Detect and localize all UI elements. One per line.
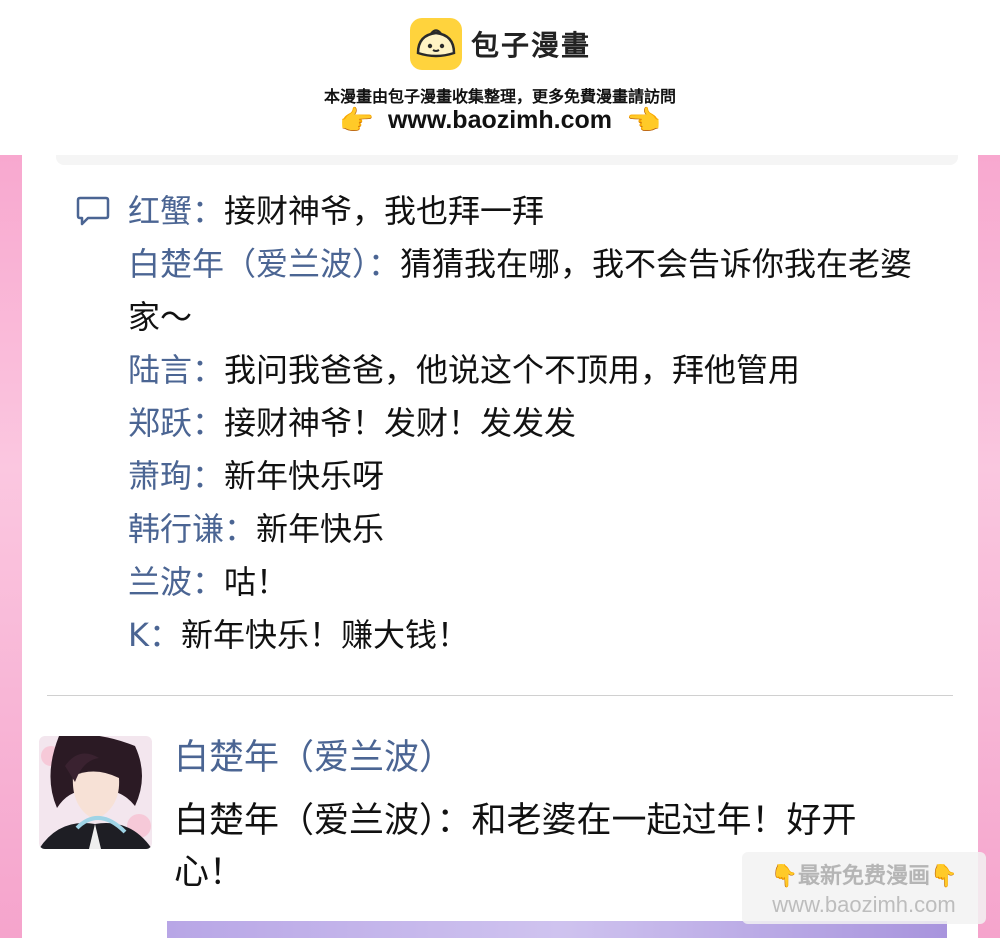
comment-author[interactable]: 萧珣： [128,457,224,495]
comment-text: 接财神爷！发财！发发发 [224,404,577,442]
banner: 包子漫畫 本漫畫由包子漫畫收集整理，更多免費漫畫請訪問 👉 www.baozim… [0,0,1000,155]
avatar[interactable] [39,736,152,849]
watermark: 👇最新免费漫画👇 www.baozimh.com [742,852,986,924]
comment-text: 新年快乐呀 [224,457,385,495]
comment-text: 接财神爷，我也拜一拜 [224,192,545,230]
baozi-logo-icon [409,18,462,70]
comment-item: 红蟹：接财神爷，我也拜一拜 [128,185,928,238]
comment-text: 咕！ [224,563,289,601]
phone-screen: 红蟹：接财神爷，我也拜一拜 白楚年（爱兰波）：猜猜我在哪，我不会告诉你我在老婆家… [22,155,978,938]
brand-name: 包子漫畫 [470,29,591,62]
comment-author[interactable]: 韩行谦： [128,510,256,548]
pointing-left-icon: 👈 [626,103,661,137]
comment-list: 红蟹：接财神爷，我也拜一拜 白楚年（爱兰波）：猜猜我在哪，我不会告诉你我在老婆家… [128,185,928,662]
comment-author[interactable]: 白楚年（爱兰波）： [128,245,400,283]
comment-item: 陆言：我问我爸爸，他说这个不顶用，拜他管用 [128,344,928,397]
comment-icon[interactable] [76,195,110,227]
tagline: 本漫畫由包子漫畫收集整理，更多免費漫畫請訪問 [323,87,676,106]
watermark-text: 最新免费漫画 [797,864,930,889]
comment-item: 韩行谦：新年快乐 [128,503,928,556]
comment-item: 兰波：咕！ [128,556,928,609]
top-bar [56,155,958,165]
divider [47,695,953,696]
comment-item: 白楚年（爱兰波）：猜猜我在哪，我不会告诉你我在老婆家～ [128,238,928,344]
site-url-link[interactable]: www.baozimh.com [388,106,612,135]
watermark-title: 👇最新免费漫画👇 [742,858,986,890]
comment-author[interactable]: 兰波： [128,563,224,601]
comment-item: 萧珣：新年快乐呀 [128,450,928,503]
comment-item: 郑跃：接财神爷！发财！发发发 [128,397,928,450]
post-author[interactable]: 白楚年（爱兰波） [174,729,454,780]
comment-item: K：新年快乐！赚大钱！ [128,609,928,662]
comment-text: 新年快乐 [256,510,385,548]
comment-text: 新年快乐！赚大钱！ [181,616,470,654]
pointing-down-icon: 👇 [930,864,958,889]
comment-author[interactable]: 郑跃： [128,404,224,442]
comment-author[interactable]: K： [128,616,181,654]
watermark-url: www.baozimh.com [772,892,956,917]
comment-text: 我问我爸爸，他说这个不顶用，拜他管用 [224,351,801,389]
pointing-down-icon: 👇 [770,864,798,889]
pink-frame-right [978,155,1000,938]
logo-row: 包子漫畫 [0,16,1000,72]
pointing-right-icon: 👉 [339,103,374,137]
comment-author[interactable]: 红蟹： [128,192,224,230]
pink-frame-left [0,155,22,938]
comment-author[interactable]: 陆言： [128,351,224,389]
url-row: 👉 www.baozimh.com 👈 [0,106,1000,135]
